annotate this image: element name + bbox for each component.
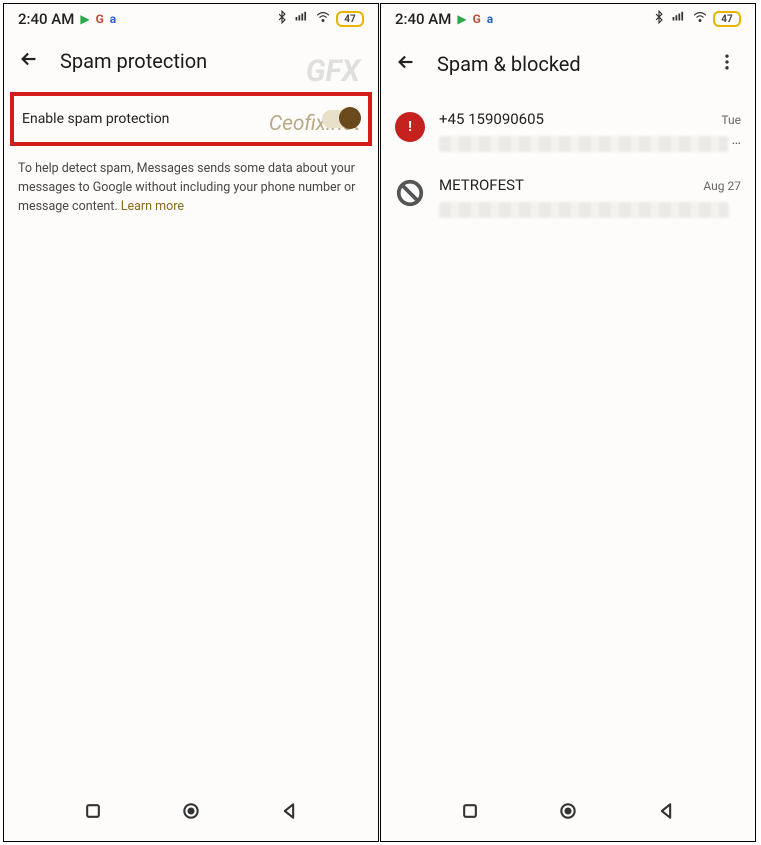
phone-spam-blocked: 2:40 AM ▶ G a 47 Spa bbox=[380, 3, 756, 842]
play-store-icon: ▶ bbox=[457, 12, 466, 26]
page-title: Spam protection bbox=[60, 49, 364, 73]
android-nav-bar bbox=[381, 781, 755, 841]
spam-item[interactable]: ! +45 159090605 Tue … bbox=[381, 100, 755, 166]
app-header: Spam & blocked bbox=[381, 30, 755, 96]
recent-apps-button[interactable] bbox=[83, 801, 103, 825]
sender-label: METROFEST bbox=[439, 176, 524, 194]
back-button[interactable] bbox=[656, 801, 676, 825]
status-clock: 2:40 AM bbox=[18, 10, 74, 28]
message-preview bbox=[439, 202, 729, 218]
block-icon bbox=[395, 178, 425, 208]
app-a-icon: a bbox=[487, 12, 493, 26]
spam-item[interactable]: METROFEST Aug 27 bbox=[381, 166, 755, 232]
app-a-icon: a bbox=[110, 12, 116, 26]
battery-icon: 47 bbox=[336, 11, 364, 27]
signal-icon bbox=[671, 10, 687, 28]
app-header: Spam protection bbox=[4, 30, 378, 90]
message-preview bbox=[439, 136, 728, 152]
recent-apps-button[interactable] bbox=[460, 801, 480, 825]
back-arrow-icon[interactable] bbox=[395, 51, 417, 77]
status-clock: 2:40 AM bbox=[395, 10, 451, 28]
wifi-icon bbox=[315, 10, 331, 28]
home-button[interactable] bbox=[558, 801, 578, 825]
back-arrow-icon[interactable] bbox=[18, 48, 40, 74]
status-bar: 2:40 AM ▶ G a 47 bbox=[4, 4, 378, 30]
home-button[interactable] bbox=[181, 801, 201, 825]
back-button[interactable] bbox=[279, 801, 299, 825]
bluetooth-icon bbox=[275, 10, 289, 28]
bluetooth-icon bbox=[652, 10, 666, 28]
android-nav-bar bbox=[4, 781, 378, 841]
wifi-icon bbox=[692, 10, 708, 28]
alert-icon: ! bbox=[395, 112, 425, 142]
date-label: Tue bbox=[721, 113, 741, 127]
learn-more-link[interactable]: Learn more bbox=[121, 199, 184, 214]
battery-icon: 47 bbox=[713, 11, 741, 27]
sender-label: +45 159090605 bbox=[439, 110, 544, 128]
spam-list: ! +45 159090605 Tue … bbox=[381, 96, 755, 232]
ellipsis-icon: … bbox=[732, 132, 741, 148]
toggle-switch[interactable] bbox=[322, 110, 358, 128]
enable-spam-toggle-row[interactable]: Enable spam protection bbox=[10, 92, 372, 146]
signal-icon bbox=[294, 10, 310, 28]
toggle-label: Enable spam protection bbox=[22, 111, 169, 127]
phone-spam-protection: 2:40 AM ▶ G a 47 Spa bbox=[3, 3, 379, 842]
google-g-icon: G bbox=[96, 12, 104, 26]
page-title: Spam & blocked bbox=[437, 52, 693, 76]
status-bar: 2:40 AM ▶ G a 47 bbox=[381, 4, 755, 30]
date-label: Aug 27 bbox=[703, 179, 741, 193]
info-text: To help detect spam, Messages sends some… bbox=[4, 160, 378, 216]
play-store-icon: ▶ bbox=[80, 12, 89, 26]
overflow-menu-icon[interactable] bbox=[713, 48, 741, 80]
google-g-icon: G bbox=[473, 12, 481, 26]
info-body: To help detect spam, Messages sends some… bbox=[18, 161, 355, 214]
